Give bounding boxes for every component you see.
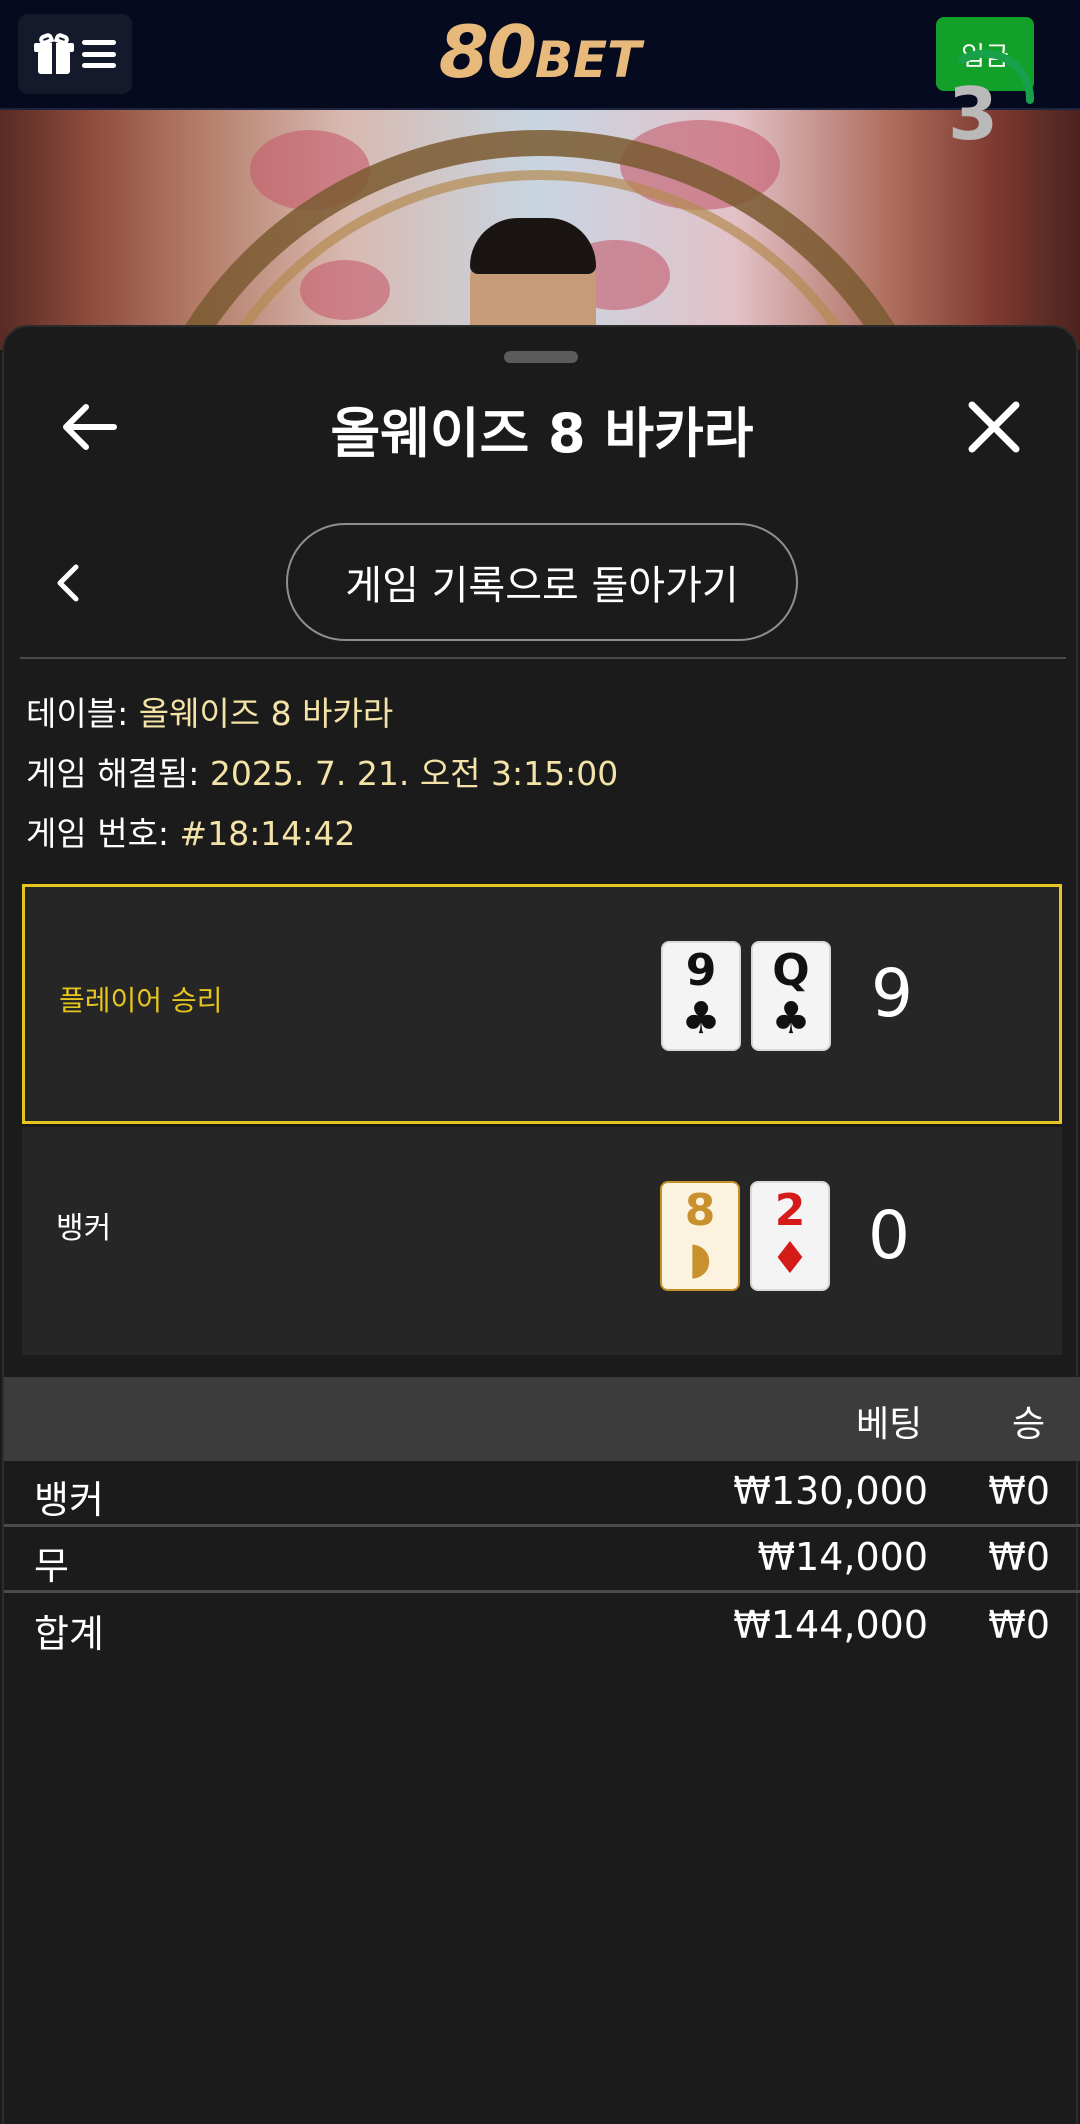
player-card-2: Q ♣ — [751, 941, 831, 1051]
game-detail-sheet: 올웨이즈 8 바카라 게임 기록으로 돌아가기 테이블: 올웨이즈 8 바카라 … — [2, 325, 1080, 2124]
countdown-number: 3 — [947, 72, 999, 156]
bet-column-header: 베팅 — [856, 1404, 923, 1445]
bets-table-header: 베팅 승 — [4, 1377, 1080, 1461]
drag-handle[interactable] — [504, 351, 578, 363]
table-row: 무 ₩14,000 ₩0 — [4, 1527, 1080, 1593]
sheet-title: 올웨이즈 8 바카라 — [330, 402, 754, 465]
top-header: 80BET 입금 — [0, 0, 1080, 110]
banker-result-label: 뱅커 — [56, 1211, 112, 1246]
resolved-info: 게임 해결됨: 2025. 7. 21. 오전 3:15:00 — [26, 754, 619, 793]
divider — [20, 657, 1066, 659]
close-icon[interactable] — [966, 399, 1022, 455]
table-row-total: 합계 ₩144,000 ₩0 — [34, 1603, 1050, 1656]
player-score: 9 — [871, 955, 913, 1032]
brand-logo[interactable]: 80BET — [0, 10, 1080, 94]
chevron-left-icon[interactable] — [54, 563, 84, 603]
banker-card-1: 8 ◗ — [660, 1181, 740, 1291]
win-column-header: 승 — [1012, 1404, 1046, 1445]
banker-card-2: 2 ♦ — [750, 1181, 830, 1291]
game-number-info: 게임 번호: #18:14:42 — [26, 814, 356, 853]
live-video — [0, 110, 1080, 350]
player-result-label: 플레이어 승리 — [59, 984, 223, 1017]
banker-score: 0 — [868, 1197, 910, 1274]
banker-result-row: 뱅커 8 ◗ 2 ♦ 0 — [22, 1127, 1062, 1355]
table-row: 뱅커 ₩130,000 ₩0 — [4, 1461, 1080, 1527]
back-to-history-button[interactable]: 게임 기록으로 돌아가기 — [286, 523, 798, 641]
table-info: 테이블: 올웨이즈 8 바카라 — [26, 694, 394, 733]
player-result-row: 플레이어 승리 9 ♣ Q ♣ 9 — [22, 884, 1062, 1124]
player-card-1: 9 ♣ — [661, 941, 741, 1051]
